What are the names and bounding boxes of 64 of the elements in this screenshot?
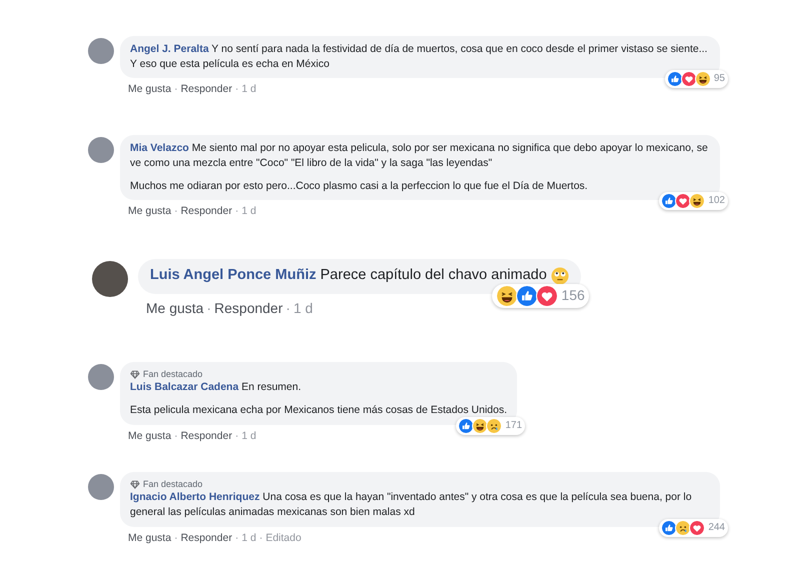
thumbs-up-icon bbox=[661, 193, 678, 210]
meta-label: 1 d bbox=[242, 83, 256, 96]
separator-dot: · bbox=[206, 300, 212, 316]
fan-badge-label: Fan destacado bbox=[143, 478, 203, 490]
action-link[interactable]: Me gusta bbox=[128, 205, 172, 218]
separator-dot: · bbox=[286, 300, 290, 316]
separator-dot: · bbox=[235, 430, 239, 442]
action-link[interactable]: Responder bbox=[180, 430, 232, 442]
action-link[interactable]: Responder bbox=[180, 83, 232, 96]
diamond-icon bbox=[130, 370, 140, 379]
author-name-link[interactable]: Angel J. Peralta bbox=[130, 43, 209, 55]
meta-label: Editado bbox=[266, 532, 302, 544]
author-name-link[interactable]: Ignacio Alberto Henriquez bbox=[130, 491, 260, 504]
separator-dot: · bbox=[174, 205, 178, 218]
reaction-count: 244 bbox=[708, 520, 725, 535]
action-link[interactable]: Me gusta bbox=[128, 430, 172, 442]
reaction-count: 102 bbox=[708, 194, 725, 208]
heart-icon bbox=[536, 284, 558, 307]
laughing-face-icon bbox=[472, 418, 488, 434]
comment-text: Luis Angel Ponce Muñiz Parece capítulo del chavo animado bbox=[150, 266, 547, 286]
comment-text: Esta pelicula mexicana echa por Mexicanos tiene más cosas de Estados Unidos. bbox=[130, 403, 508, 418]
meta-label: 1 d bbox=[293, 300, 313, 316]
comment-text: Mia Velazco Me siento mal por no apoyar esta pelicula, solo por ser mexicana no significa que debo apoyar lo mexicano, se ve como una mezcla entre "Coco" "El libro de la vida" y la saga "las leyendas" bbox=[130, 141, 709, 171]
laughing-face-icon bbox=[694, 71, 711, 88]
author-name-link[interactable]: Luis Angel Ponce Muñiz bbox=[150, 267, 316, 284]
comment-text: Angel J. Peralta Y no sentí para nada la festividad de día de muertos, cosa que en coco desde el primer vistaso se siente... Y eso que esta película es echa en México bbox=[130, 42, 708, 72]
action-link[interactable]: Me gusta bbox=[128, 532, 172, 544]
diamond-icon bbox=[130, 480, 140, 488]
separator-dot: · bbox=[174, 83, 178, 96]
reaction-count: 156 bbox=[561, 286, 585, 305]
separator-dot: · bbox=[174, 532, 178, 544]
heart-icon bbox=[675, 193, 692, 210]
meta-label: 1 d bbox=[242, 430, 256, 442]
separator-dot: · bbox=[235, 532, 239, 544]
comment-text: Muchos me odiaran por esto pero...Coco plasmo casi a la perfeccion lo que fue el Día de Muertos. bbox=[130, 178, 588, 194]
action-link[interactable]: Responder bbox=[180, 205, 232, 218]
reaction-count: 95 bbox=[714, 72, 725, 86]
separator-dot: · bbox=[259, 532, 263, 544]
meta-label: 1 d bbox=[242, 205, 256, 218]
thumbs-up-icon bbox=[666, 71, 683, 88]
separator-dot: · bbox=[235, 205, 239, 218]
action-link[interactable]: Responder bbox=[180, 532, 232, 544]
thumbs-up-icon bbox=[516, 284, 538, 307]
comment-text: Ignacio Alberto Henriquez Una cosa es que la hayan "inventado antes" y otra cosa es que la película sea buena, por lo general las películas animadas mexicanas son bien malas xd bbox=[130, 490, 693, 520]
thumbs-up-icon bbox=[458, 418, 474, 434]
reaction-count: 171 bbox=[505, 418, 522, 433]
action-link[interactable]: Responder bbox=[214, 300, 283, 316]
meta-label: 1 d bbox=[242, 532, 256, 544]
action-link[interactable]: Me gusta bbox=[146, 300, 204, 316]
laughing-face-icon bbox=[689, 193, 706, 210]
separator-dot: · bbox=[235, 83, 239, 96]
action-link[interactable]: Me gusta bbox=[128, 83, 172, 96]
separator-dot: · bbox=[174, 430, 178, 442]
heart-icon bbox=[680, 71, 697, 88]
author-name-link[interactable]: Luis Balcazar Cadena bbox=[130, 381, 239, 394]
thumbs-up-icon bbox=[661, 520, 678, 536]
heart-icon bbox=[689, 520, 706, 536]
comment-text: Luis Balcazar Cadena En resumen. bbox=[130, 380, 301, 396]
crying-face-icon bbox=[486, 418, 502, 434]
avatar-placeholder[interactable] bbox=[92, 261, 128, 298]
author-name-link[interactable]: Mia Velazco bbox=[130, 142, 189, 154]
crying-face-icon bbox=[675, 520, 692, 536]
fan-badge-label: Fan destacado bbox=[143, 368, 203, 380]
laughing-face-icon bbox=[496, 284, 518, 307]
